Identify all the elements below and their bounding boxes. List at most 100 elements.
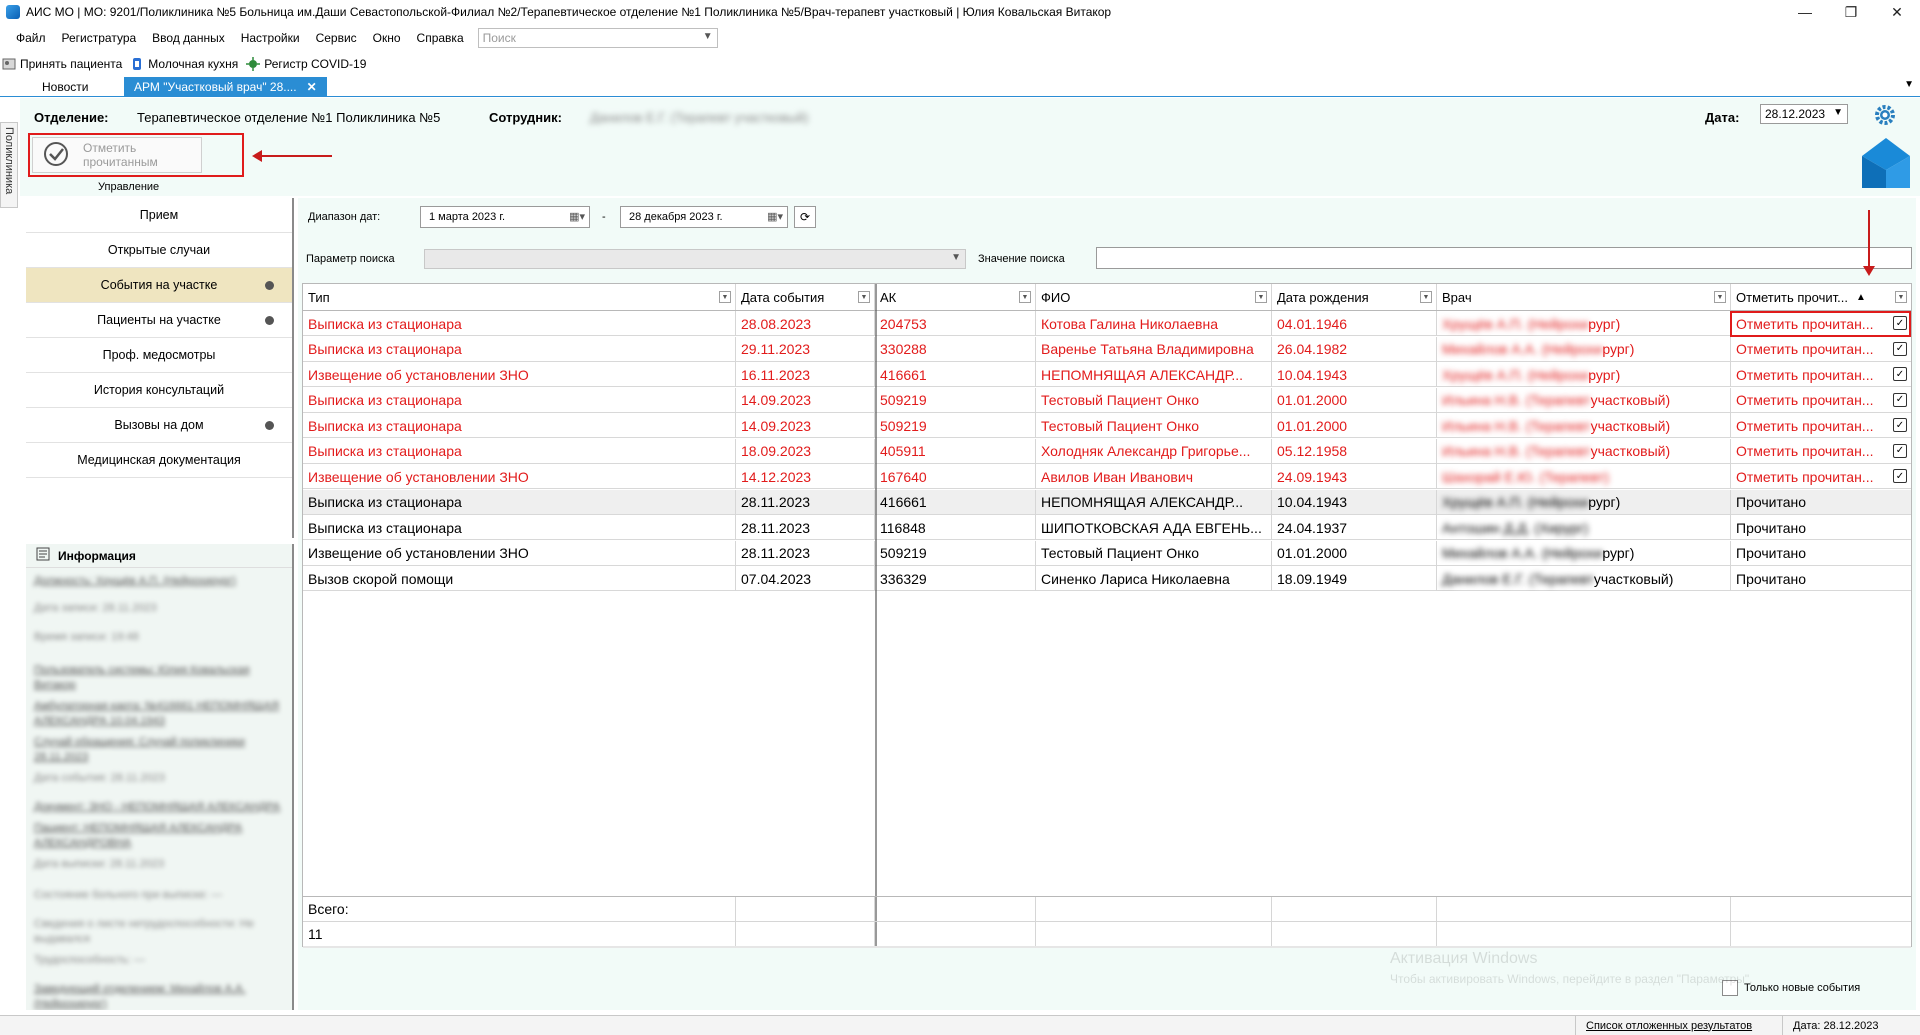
mark-read-checkbox-icon[interactable]: ✓ [1893,418,1907,432]
accept-patient-button[interactable]: Принять пациента [2,57,122,71]
cell-event-date: 29.11.2023 [736,336,875,362]
table-row[interactable]: Выписка из стационара 28.11.2023 416661 НЕП… [303,489,1911,515]
cell-mark-read[interactable]: Прочитано [1731,490,1911,515]
cell-type: Извещение об установлении ЗНО [303,540,736,566]
current-date-picker[interactable]: 28.12.2023 ▼ [1760,104,1848,124]
filter-dropdown-icon[interactable]: ▼ [1255,291,1267,303]
info-line[interactable]: Амбулаторная карта: №416661 НЕПОМНЯЩАЯ А… [26,699,292,729]
nav-item-checkups[interactable]: Проф. медосмотры [26,338,292,373]
info-line[interactable]: Должность: Хрущёв А.П. (Нейрохирург) [26,574,292,589]
table-row[interactable]: Выписка из стационара 28.08.2023 204753 Кот… [303,311,1911,336]
global-search-input[interactable]: Поиск ▼ [477,28,718,48]
table-row[interactable]: Выписка из стационара 14.09.2023 509219 Тес… [303,413,1911,438]
settings-gear-icon[interactable] [1872,102,1898,131]
side-strip[interactable]: Поликлиника [0,122,18,208]
cell-mark-read[interactable]: Отметить прочитан... ✓ [1731,464,1911,489]
filter-dropdown-icon[interactable]: ▼ [858,291,870,303]
menu-window[interactable]: Окно [365,31,409,45]
date-from-picker[interactable]: 1 марта 2023 г. ▦▾ [420,206,590,228]
horizontal-scrollbar[interactable] [303,946,1911,948]
covid-registry-button[interactable]: Регистр COVID-19 [246,57,366,71]
table-row[interactable]: Выписка из стационара 29.11.2023 330288 Вар… [303,336,1911,362]
column-header-label: Дата рождения [1277,289,1369,305]
nav-item-open-cases[interactable]: Открытые случаи [26,233,292,268]
column-header-event-date[interactable]: Дата события ▼ [736,284,875,310]
mark-read-checkbox-icon[interactable]: ✓ [1893,367,1907,381]
date-to-picker[interactable]: 28 декабря 2023 г. ▦▾ [620,206,788,228]
menu-registry[interactable]: Регистратура [54,31,145,45]
info-line[interactable]: Документ: ЗНО - НЕПОМНЯЩАЯ АЛЕКСАНДРА [26,800,292,815]
search-value-input[interactable] [1096,247,1912,269]
filter-dropdown-icon[interactable]: ▼ [1714,291,1726,303]
mark-read-button[interactable]: Отметить прочитанным [32,137,202,173]
table-row[interactable]: Вызов скорой помощи 07.04.2023 336329 Синен… [303,566,1911,591]
nav-item-medical-docs[interactable]: Медицинская документация [26,443,292,478]
cell-birth-date: 24.09.1943 [1272,464,1437,489]
cell-mark-read[interactable]: Отметить прочитан... ✓ [1731,388,1911,413]
menu-settings[interactable]: Настройки [233,31,308,45]
table-row[interactable]: Выписка из стационара 14.09.2023 509219 Тес… [303,387,1911,413]
column-header-doctor[interactable]: Врач ▼ [1437,284,1731,310]
table-row[interactable]: Извещение об установлении ЗНО 14.12.2023 1… [303,464,1911,489]
restore-button[interactable]: ❐ [1828,0,1874,24]
column-header-ak[interactable]: АК ▼ [875,284,1036,310]
tab-arm-doctor[interactable]: АРМ "Участковый врач" 28.... ✕ [124,77,327,97]
tab-news[interactable]: Новости [32,77,98,97]
filter-dropdown-icon[interactable]: ▼ [1019,291,1031,303]
nav-item-area-patients[interactable]: Пациенты на участке [26,303,292,338]
info-line[interactable]: Пациент: НЕПОМНЯЩАЯ АЛЕКСАНДРА АЛЕКСАНДР… [26,821,292,851]
tabs-dropdown-icon[interactable]: ▼ [1904,79,1914,90]
menu-service[interactable]: Сервис [308,31,365,45]
nav-item-area-events[interactable]: События на участке [26,268,292,303]
menu-data-entry[interactable]: Ввод данных [144,31,233,45]
close-tab-icon[interactable]: ✕ [307,80,317,94]
filter-dropdown-icon[interactable]: ▼ [1895,291,1907,303]
mark-read-checkbox-icon[interactable]: ✓ [1893,341,1907,356]
search-param-label: Параметр поиска [306,253,395,265]
cell-mark-read[interactable]: Отметить прочитан... ✓ [1731,337,1911,362]
milk-kitchen-button[interactable]: Молочная кухня [130,57,238,71]
info-line[interactable]: Пользователь системы: Юлия Ковальская Ви… [26,663,292,693]
date-range-label: Диапазон дат: [308,211,381,223]
cell-doctor: Ильина Н.В. (Терапевт участковый) [1437,413,1731,438]
column-header-mark-read[interactable]: Отметить прочит... ▲ ▼ [1731,284,1911,310]
table-row[interactable]: Извещение об установлении ЗНО 16.11.2023 4… [303,362,1911,387]
column-header-birth-date[interactable]: Дата рождения ▼ [1272,284,1437,310]
cell-mark-read[interactable]: Прочитано [1731,566,1911,591]
nav-item-home-calls[interactable]: Вызовы на дом [26,408,292,443]
column-header-type[interactable]: Тип ▼ [303,284,736,310]
table-row[interactable]: Выписка из стационара 28.11.2023 116848 ШИП… [303,515,1911,540]
mail-envelope-icon[interactable] [1860,136,1912,191]
nav-item-reception[interactable]: Прием [26,198,292,233]
tab-news-label: Новости [42,80,89,94]
table-row[interactable]: Выписка из стационара 18.09.2023 405911 Хол… [303,438,1911,464]
menu-help[interactable]: Справка [409,31,472,45]
cell-mark-read[interactable]: Отметить прочитан... ✓ [1731,413,1911,438]
nav-item-consultation-history[interactable]: История консультаций [26,373,292,408]
filter-dropdown-icon[interactable]: ▼ [719,291,731,303]
calendar-icon[interactable]: ▦▾ [569,210,585,223]
info-line[interactable]: Заведующий отделением: Михайлов А.А. (Не… [26,982,292,1010]
cell-mark-read[interactable]: Прочитано [1731,515,1911,540]
notification-dot-icon [265,421,274,430]
calendar-icon[interactable]: ▦▾ [767,210,783,223]
date-from-value: 1 марта 2023 г. [429,211,506,223]
mark-read-text: Отметить прочитан... [1736,341,1874,357]
deferred-results-link[interactable]: Список отложенных результатов [1575,1016,1762,1035]
column-header-fio[interactable]: ФИО ▼ [1036,284,1272,310]
cell-mark-read[interactable]: Прочитано [1731,541,1911,566]
filter-dropdown-icon[interactable]: ▼ [1420,291,1432,303]
table-row[interactable]: Извещение об установлении ЗНО 28.11.2023 5… [303,540,1911,566]
cell-mark-read[interactable]: Отметить прочитан... ✓ [1731,362,1911,387]
refresh-button[interactable]: ⟳ [794,206,816,228]
mark-read-checkbox-icon[interactable]: ✓ [1893,392,1907,407]
menu-file[interactable]: Файл [8,31,54,45]
chevron-down-icon[interactable]: ▼ [703,31,713,42]
mark-read-checkbox-icon[interactable]: ✓ [1893,469,1907,483]
cell-mark-read[interactable]: Отметить прочитан... ✓ [1731,439,1911,464]
minimize-button[interactable]: — [1782,0,1828,24]
info-line[interactable]: Случай обращения: Случай поликлиники 28.… [26,735,292,765]
mark-read-checkbox-icon[interactable]: ✓ [1893,443,1907,458]
search-param-select[interactable]: ▼ [424,249,966,269]
close-button[interactable]: ✕ [1874,0,1920,24]
